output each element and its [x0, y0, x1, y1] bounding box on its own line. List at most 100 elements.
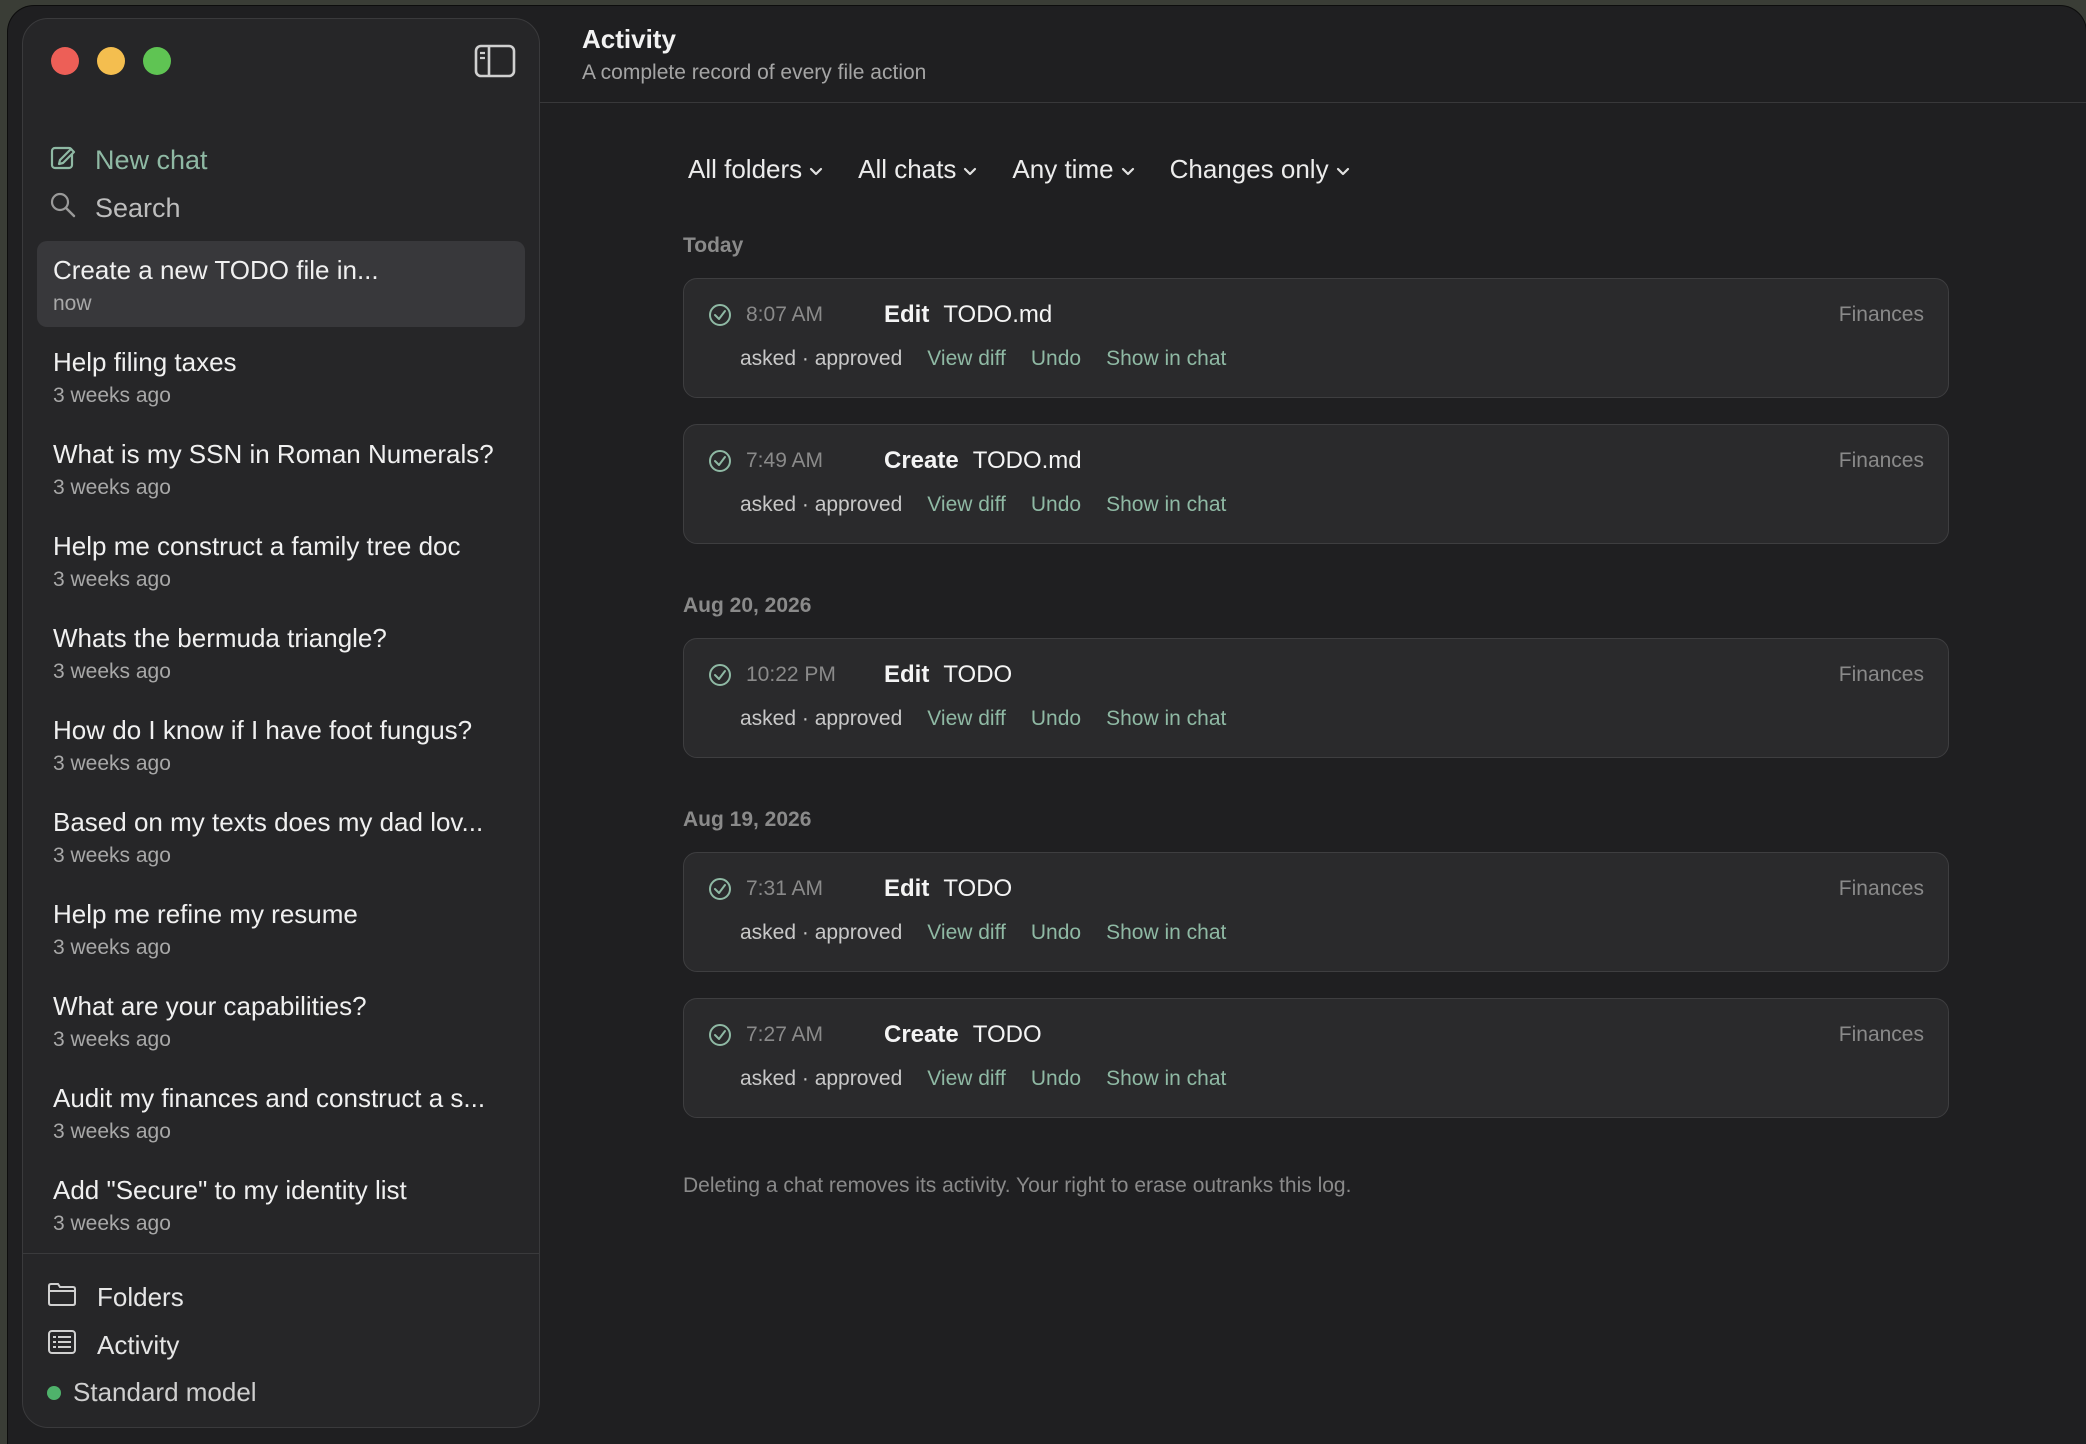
close-window-button[interactable]	[51, 47, 79, 75]
show-in-chat-link[interactable]: Show in chat	[1106, 707, 1226, 731]
chat-title: Help me refine my resume	[53, 899, 358, 929]
entry-folder: Finances	[1838, 303, 1924, 326]
minimize-window-button[interactable]	[97, 47, 125, 75]
view-diff-link[interactable]: View diff	[927, 707, 1006, 731]
chat-item[interactable]: Help me refine my resume 3 weeks ago	[37, 885, 525, 971]
chat-item[interactable]: Add "Secure" to my identity list 3 weeks …	[37, 1161, 525, 1247]
chat-time: now	[53, 292, 92, 315]
new-chat-label: New chat	[95, 145, 208, 175]
entry-status: asked · approved	[740, 493, 903, 516]
sidebar-divider	[23, 1253, 539, 1254]
entry-meta: asked · approved View diff Undo Show in …	[740, 347, 1226, 371]
chat-time: 3 weeks ago	[53, 384, 171, 407]
activity-entry: 7:49 AM Create TODO.md Finances asked · a…	[683, 424, 1949, 544]
filter-chats-dropdown[interactable]: All chats	[858, 154, 978, 185]
entry-action-type: Edit	[884, 875, 930, 902]
entry-time: 7:27 AM	[746, 1023, 824, 1046]
view-diff-link[interactable]: View diff	[927, 1067, 1006, 1091]
compose-icon	[49, 143, 77, 178]
entry-time: 7:31 AM	[746, 877, 824, 900]
chat-title: Audit my finances and construct a s...	[53, 1083, 486, 1113]
chat-item[interactable]: Help filing taxes 3 weeks ago	[37, 333, 525, 419]
entry-action: Create TODO	[884, 1021, 1042, 1049]
entry-status: asked · approved	[740, 707, 903, 730]
activity-entry: 7:27 AM Create TODO Finances asked · appr…	[683, 998, 1949, 1118]
filter-time-dropdown[interactable]: Any time	[1012, 154, 1135, 185]
chevron-down-icon	[962, 154, 978, 185]
entry-action: Edit TODO	[884, 661, 1012, 689]
show-in-chat-link[interactable]: Show in chat	[1106, 493, 1226, 517]
activity-label: Activity	[97, 1330, 180, 1360]
chat-item[interactable]: How do I know if I have foot fungus? 3 we…	[37, 701, 525, 787]
show-in-chat-link[interactable]: Show in chat	[1106, 1067, 1226, 1091]
undo-link[interactable]: Undo	[1031, 347, 1081, 371]
undo-link[interactable]: Undo	[1031, 1067, 1081, 1091]
entry-action-type: Create	[884, 447, 959, 474]
entry-time: 10:22 PM	[746, 663, 836, 686]
show-in-chat-link[interactable]: Show in chat	[1106, 921, 1226, 945]
page-header: Activity A complete record of every file…	[582, 24, 926, 85]
chat-item[interactable]: Help me construct a family tree doc 3 wee…	[37, 517, 525, 603]
chevron-down-icon	[1335, 154, 1351, 185]
chat-title: Create a new TODO file in...	[53, 255, 379, 285]
chat-item[interactable]: Create a new TODO file in... now	[37, 241, 525, 327]
show-in-chat-link[interactable]: Show in chat	[1106, 347, 1226, 371]
model-label: Standard model	[73, 1377, 257, 1407]
status-dot-icon	[47, 1385, 61, 1400]
undo-link[interactable]: Undo	[1031, 707, 1081, 731]
new-chat-button[interactable]: New chat	[49, 143, 208, 178]
chat-time: 3 weeks ago	[53, 1120, 171, 1143]
entry-meta: asked · approved View diff Undo Show in …	[740, 493, 1226, 517]
chat-item[interactable]: What is my SSN in Roman Numerals? 3 weeks…	[37, 425, 525, 511]
view-diff-link[interactable]: View diff	[927, 493, 1006, 517]
folders-label: Folders	[97, 1282, 184, 1312]
chat-time: 3 weeks ago	[53, 936, 171, 959]
chat-title: What is my SSN in Roman Numerals?	[53, 439, 494, 469]
entry-folder: Finances	[1838, 449, 1924, 472]
chat-time: 3 weeks ago	[53, 568, 171, 591]
chat-item[interactable]: Based on my texts does my dad lov... 3 we…	[37, 793, 525, 879]
view-diff-link[interactable]: View diff	[927, 347, 1006, 371]
entry-meta: asked · approved View diff Undo Show in …	[740, 1067, 1226, 1091]
filter-label: All chats	[858, 154, 957, 184]
entry-status: asked · approved	[740, 921, 903, 944]
entry-meta: asked · approved View diff Undo Show in …	[740, 707, 1226, 731]
chat-item[interactable]: Audit my finances and construct a s... 3 …	[37, 1069, 525, 1155]
entry-status: asked · approved	[740, 1067, 903, 1090]
chat-item[interactable]: What are your capabilities? 3 weeks ago	[37, 977, 525, 1063]
filter-label: Any time	[1012, 154, 1114, 184]
search-button[interactable]: Search	[49, 191, 181, 226]
sidebar-toggle-icon[interactable]	[473, 41, 517, 81]
model-selector[interactable]: Standard model	[47, 1377, 257, 1408]
maximize-window-button[interactable]	[143, 47, 171, 75]
filter-label: All folders	[688, 154, 803, 184]
entry-file: TODO	[943, 661, 1013, 688]
chevron-down-icon	[1120, 154, 1136, 185]
chat-time: 3 weeks ago	[53, 1028, 171, 1051]
chat-time: 3 weeks ago	[53, 476, 171, 499]
entry-time: 7:49 AM	[746, 449, 824, 472]
app-window: New chat Search Create a new TODO file i…	[8, 6, 2086, 1444]
activity-entry: 7:31 AM Edit TODO Finances asked · approv…	[683, 852, 1949, 972]
filter-label: Changes only	[1169, 154, 1329, 184]
filter-changes-dropdown[interactable]: Changes only	[1170, 154, 1351, 185]
search-icon	[49, 191, 77, 226]
undo-link[interactable]: Undo	[1031, 493, 1081, 517]
entry-file: TODO.md	[972, 447, 1082, 474]
entry-file: TODO	[972, 1021, 1042, 1048]
undo-link[interactable]: Undo	[1031, 921, 1081, 945]
chat-title: Whats the bermuda triangle?	[53, 623, 387, 653]
chat-title: What are your capabilities?	[53, 991, 367, 1021]
folder-icon	[47, 1281, 77, 1314]
sidebar-item-folders[interactable]: Folders	[47, 1281, 184, 1314]
entry-folder: Finances	[1838, 877, 1924, 900]
chat-item[interactable]: Whats the bermuda triangle? 3 weeks ago	[37, 609, 525, 695]
chevron-down-icon	[808, 154, 824, 185]
chat-title: Help me construct a family tree doc	[53, 531, 461, 561]
sidebar-item-activity[interactable]: Activity	[47, 1329, 179, 1362]
filter-folders-dropdown[interactable]: All folders	[688, 154, 824, 185]
check-circle-icon	[708, 877, 732, 901]
page-title: Activity	[582, 24, 676, 54]
entry-action: Edit TODO.md	[884, 301, 1052, 329]
view-diff-link[interactable]: View diff	[927, 921, 1006, 945]
